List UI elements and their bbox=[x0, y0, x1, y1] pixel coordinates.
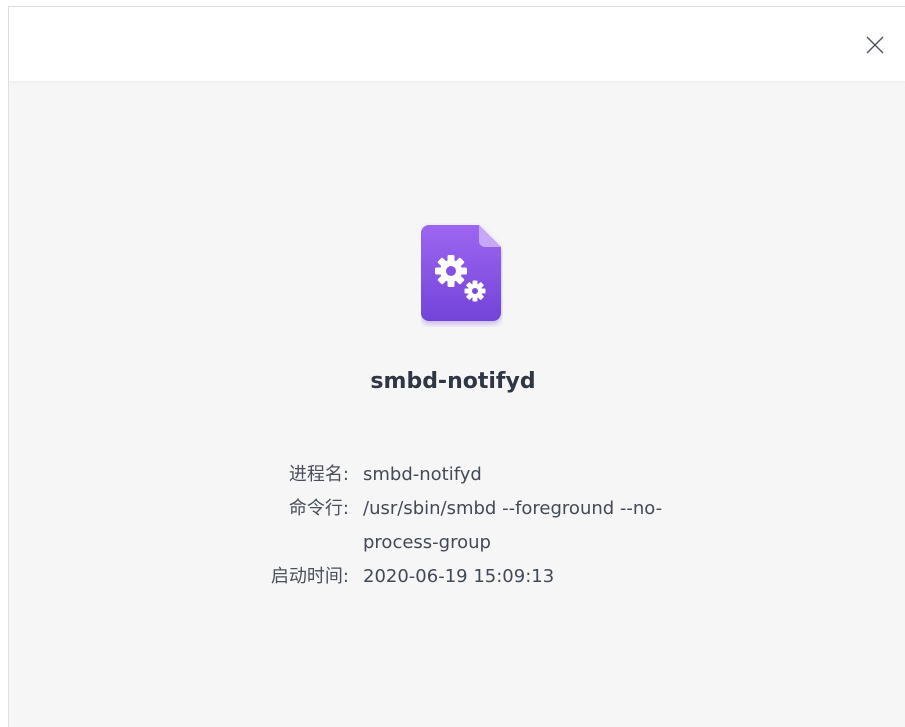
command-line-value: /usr/sbin/smbd --foreground --no-process… bbox=[363, 498, 663, 553]
info-row-start-time: 启动时间: 2020-06-19 15:09:13 bbox=[9, 560, 905, 594]
process-name-value: smbd-notifyd bbox=[363, 464, 482, 485]
process-title: smbd-notifyd bbox=[370, 369, 536, 394]
info-row-command-line: 命令行: /usr/sbin/smbd --foreground --no-pr… bbox=[9, 492, 905, 560]
dialog-titlebar bbox=[9, 7, 905, 81]
start-time-value: 2020-06-19 15:09:13 bbox=[363, 566, 555, 587]
start-time-label: 启动时间: bbox=[270, 566, 349, 587]
command-line-label: 命令行: bbox=[288, 498, 349, 519]
close-button[interactable] bbox=[859, 29, 891, 61]
process-name-label: 进程名: bbox=[288, 464, 349, 485]
gear-document-icon bbox=[421, 223, 503, 327]
process-info-dialog: smbd-notifyd 进程名: smbd-notifyd 命令行: /usr… bbox=[8, 6, 905, 727]
process-info-list: 进程名: smbd-notifyd 命令行: /usr/sbin/smbd --… bbox=[9, 458, 905, 594]
close-icon bbox=[866, 36, 884, 54]
info-row-process-name: 进程名: smbd-notifyd bbox=[9, 458, 905, 492]
